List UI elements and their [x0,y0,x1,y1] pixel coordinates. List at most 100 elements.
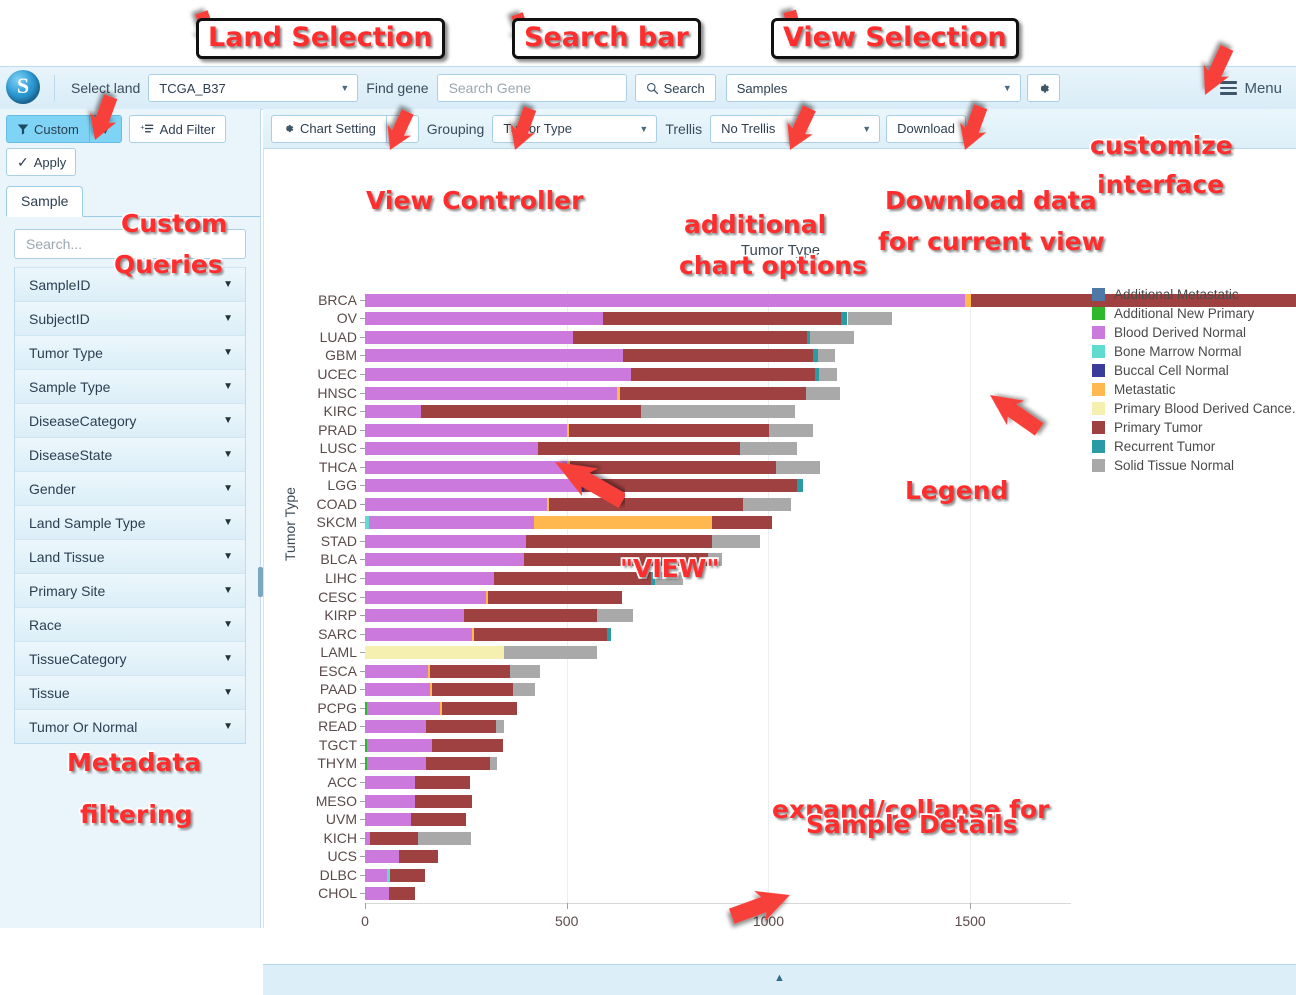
facet-diseasecategory[interactable]: DiseaseCategory ▼ [15,403,245,437]
bar-segment[interactable] [818,367,837,381]
bar-segment[interactable] [641,405,795,419]
facet-gender[interactable]: Gender ▼ [15,471,245,505]
facet-subjectid[interactable]: SubjectID ▼ [15,301,245,335]
bar-segment[interactable] [742,497,791,511]
sample-details-expander[interactable]: ▲ [263,964,1296,995]
sidebar-search-field[interactable] [14,229,246,259]
bar-row[interactable] [360,646,1071,660]
bar-segment[interactable] [365,534,527,548]
bar-segment[interactable] [510,664,541,678]
chart-setting-split-button[interactable]: Chart Setting ▼ [271,114,419,143]
sidebar-search-input[interactable] [24,235,236,253]
land-select[interactable]: TCGA_B37 ▼ [148,74,359,102]
bar-row[interactable] [360,405,1071,419]
bar-row[interactable] [360,423,1071,437]
facet-land-tissue[interactable]: Land Tissue ▼ [15,539,245,573]
bar-segment[interactable] [389,887,416,901]
bar-segment[interactable] [494,571,652,585]
facet-tissue[interactable]: Tissue ▼ [15,675,245,709]
bar-segment[interactable] [583,479,798,493]
bar-segment[interactable] [421,405,642,419]
bar-segment[interactable] [429,664,511,678]
download-button[interactable]: Download [886,114,966,143]
bar-row[interactable] [360,720,1071,734]
bar-segment[interactable] [607,627,611,641]
apply-button[interactable]: ✓ Apply [6,148,76,176]
bar-row[interactable] [360,534,1071,548]
bar-row[interactable] [360,831,1071,845]
grouping-select[interactable]: Tumor Type ▼ [492,114,658,143]
bar-segment[interactable] [399,850,438,864]
bar-segment[interactable] [365,813,412,827]
bar-row[interactable] [360,312,1071,326]
bar-segment[interactable] [490,757,498,771]
bar-row[interactable] [360,330,1071,344]
legend-item[interactable]: Primary Tumor [1092,418,1296,437]
bar-row[interactable] [360,442,1071,456]
bar-segment[interactable] [365,868,388,882]
bar-row[interactable] [360,701,1071,715]
bar-segment[interactable] [365,720,426,734]
facet-tissuecategory[interactable]: TissueCategory ▼ [15,641,245,675]
legend-item[interactable]: Additional New Primary [1092,304,1296,323]
bar-row[interactable] [360,738,1071,752]
bar-segment[interactable] [488,590,622,604]
bar-segment[interactable] [365,442,539,456]
facet-tumor-or-normal[interactable]: Tumor Or Normal ▼ [15,709,245,743]
bar-segment[interactable] [365,590,487,604]
search-button[interactable]: Search [634,74,716,102]
bar-row[interactable] [360,683,1071,697]
bar-segment[interactable] [596,609,634,623]
bar-segment[interactable] [365,460,567,474]
bar-segment[interactable] [797,479,804,493]
bar-segment[interactable] [524,553,708,567]
legend-item[interactable]: Buccal Cell Normal [1092,361,1296,380]
bar-segment[interactable] [711,516,773,530]
bar-segment[interactable] [711,534,761,548]
bar-segment[interactable] [631,367,815,381]
bar-segment[interactable] [538,442,741,456]
bar-segment[interactable] [740,442,797,456]
bar-segment[interactable] [365,367,632,381]
legend-item[interactable]: Recurrent Tumor [1092,437,1296,456]
legend-item[interactable]: Additional Metastatic [1092,285,1296,304]
bar-segment[interactable] [418,831,471,845]
bar-segment[interactable] [365,349,624,363]
facet-sample-type[interactable]: Sample Type ▼ [15,369,245,403]
bar-segment[interactable] [818,349,835,363]
chart-setting-dropdown-toggle[interactable]: ▼ [385,114,419,143]
legend-item[interactable]: Blood Derived Normal [1092,323,1296,342]
bar-segment[interactable] [572,330,807,344]
bar-segment[interactable] [431,683,513,697]
bar-segment[interactable] [620,386,806,400]
bar-segment[interactable] [512,683,535,697]
bar-row[interactable] [360,887,1071,901]
bar-chart-plot[interactable]: Tumor Type 0 500 1000 1500 BRCA OV LUAD GBM UCEC… [282,291,1296,929]
facet-diseasestate[interactable]: DiseaseState ▼ [15,437,245,471]
bar-row[interactable] [360,775,1071,789]
legend-item[interactable]: Metastatic [1092,380,1296,399]
bar-row[interactable] [360,497,1071,511]
bar-segment[interactable] [425,757,491,771]
chart-legend[interactable]: Additional Metastatic Additional New Prim… [1092,285,1296,475]
bar-segment[interactable] [415,794,472,808]
custom-button[interactable]: Custom [6,115,89,143]
bar-row[interactable] [360,553,1071,567]
search-gene-input[interactable] [446,79,617,97]
bar-segment[interactable] [707,553,723,567]
bar-segment[interactable] [365,627,472,641]
bar-segment[interactable] [365,646,505,660]
bar-segment[interactable] [569,423,769,437]
bar-segment[interactable] [809,330,855,344]
bar-segment[interactable] [569,460,776,474]
bar-segment[interactable] [623,349,813,363]
bar-segment[interactable] [805,386,841,400]
bar-row[interactable] [360,757,1071,771]
gene-search-field[interactable] [436,74,627,102]
chart-setting-button[interactable]: Chart Setting [271,114,386,143]
bar-segment[interactable] [365,683,430,697]
bar-row[interactable] [360,571,1071,585]
bar-row[interactable] [360,609,1071,623]
bar-segment[interactable] [367,757,426,771]
bar-segment[interactable] [367,701,441,715]
